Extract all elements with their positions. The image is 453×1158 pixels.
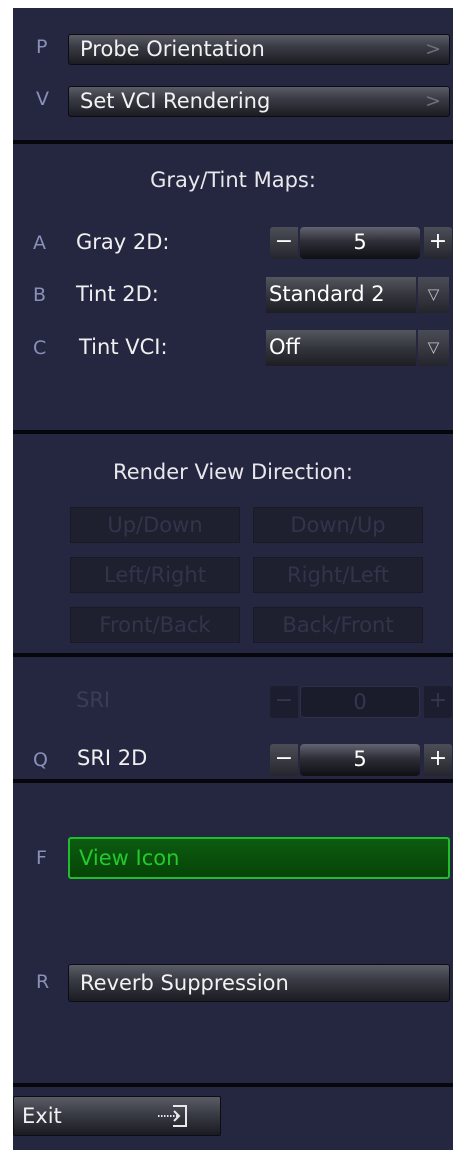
exit-label: Exit [22,1104,62,1128]
section-divider [13,653,453,657]
gray-2d-label: Gray 2D: [76,230,170,254]
sri-2d-label: SRI 2D [77,746,148,770]
direction-front-back-button[interactable]: Front/Back [70,607,240,643]
tint-vci-key: C [33,337,47,359]
view-icon-toggle-button[interactable]: View Icon [68,837,450,879]
sri-2d-key: Q [33,749,48,771]
sri-disabled-increment-button[interactable]: + [424,686,452,718]
sri-2d-stepper: − 5 + [270,744,452,776]
section-divider [13,779,453,783]
direction-right-left-button[interactable]: Right/Left [253,557,423,593]
tint-2d-key: B [33,284,47,306]
vci-rendering-key: V [36,88,49,110]
gray-2d-decrement-button[interactable]: − [270,227,298,259]
gray-2d-stepper: − 5 + [270,227,452,259]
probe-orientation-label: Probe Orientation [80,37,265,61]
set-vci-rendering-label: Set VCI Rendering [80,89,271,113]
set-vci-rendering-button[interactable]: Set VCI Rendering > [68,86,450,117]
tint-vci-value[interactable]: Off [266,330,416,366]
render-view-direction-title: Render View Direction: [113,460,353,484]
direction-left-right-button[interactable]: Left/Right [70,557,240,593]
direction-up-down-button[interactable]: Up/Down [70,507,240,543]
reverb-suppression-key: R [36,971,50,993]
section-divider [13,140,453,144]
tint-2d-label: Tint 2D: [76,282,159,306]
sri-2d-value[interactable]: 5 [300,744,420,776]
sri-2d-increment-button[interactable]: + [424,744,452,776]
gray-2d-key: A [33,232,46,254]
probe-orientation-button[interactable]: Probe Orientation > [68,34,450,65]
reverb-suppression-button[interactable]: Reverb Suppression [68,964,450,1002]
gray-2d-increment-button[interactable]: + [424,227,452,259]
section-divider [13,1083,453,1087]
section-divider [13,430,453,434]
sri-disabled-stepper: − 0 + [270,686,452,718]
sri-2d-decrement-button[interactable]: − [270,744,298,776]
gray-2d-value[interactable]: 5 [300,227,420,259]
settings-panel: P Probe Orientation > V Set VCI Renderin… [13,8,453,1150]
view-icon-key: F [36,847,47,869]
probe-orientation-key: P [36,36,48,58]
sri-disabled-decrement-button[interactable]: − [270,686,298,718]
exit-button[interactable]: Exit [13,1096,221,1136]
exit-icon [158,1105,187,1127]
sri-disabled-label: SRI [76,688,111,712]
dropdown-arrow-icon[interactable]: ▽ [418,330,449,366]
sri-disabled-value[interactable]: 0 [300,686,420,718]
chevron-right-icon: > [425,38,441,60]
tint-vci-select[interactable]: Off ▽ [266,330,449,366]
gray-tint-maps-title: Gray/Tint Maps: [150,168,316,192]
tint-2d-value[interactable]: Standard 2 [266,277,416,313]
chevron-right-icon: > [425,90,441,112]
tint-2d-select[interactable]: Standard 2 ▽ [266,277,449,313]
direction-down-up-button[interactable]: Down/Up [253,507,423,543]
tint-vci-label: Tint VCI: [79,335,168,359]
dropdown-arrow-icon[interactable]: ▽ [418,277,449,313]
direction-back-front-button[interactable]: Back/Front [253,607,423,643]
